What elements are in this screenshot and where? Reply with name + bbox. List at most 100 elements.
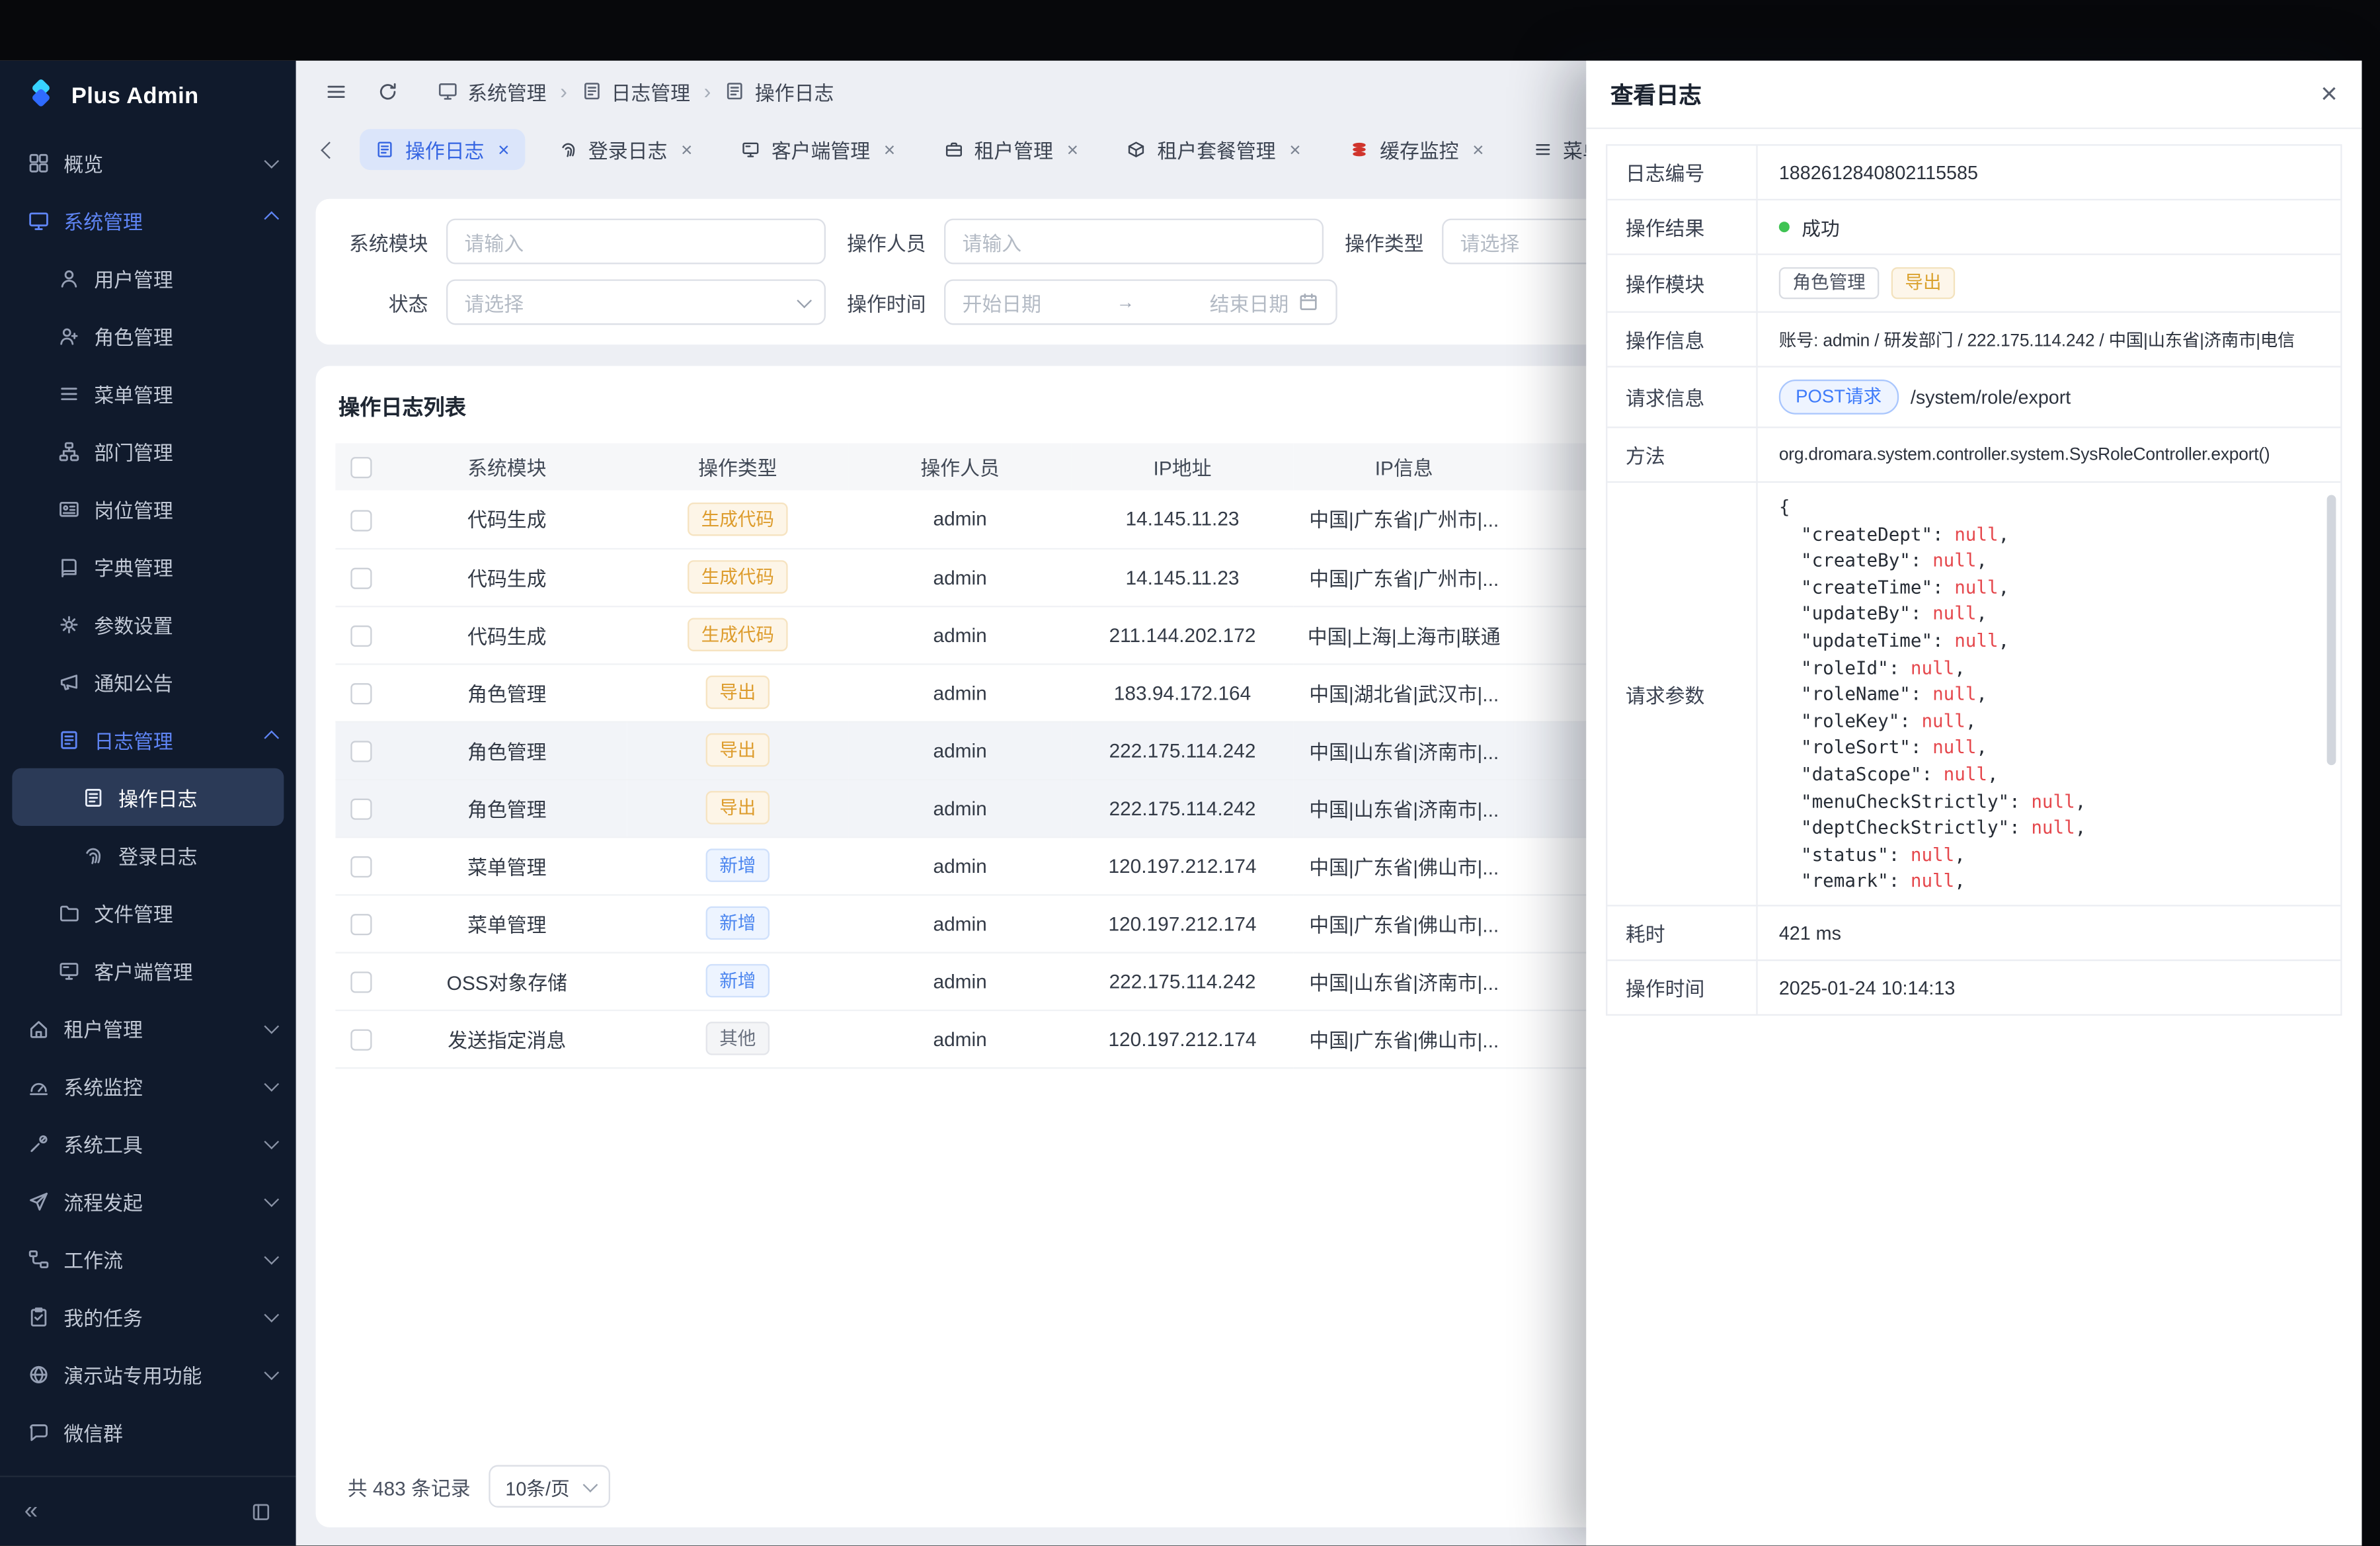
chevron-up-icon [264,210,279,225]
filter-label-system-module: 系统模块 [337,227,446,256]
breadcrumb-item[interactable]: 系统管理 [437,77,546,106]
cell-operation-type: 新增 [627,836,848,894]
row-checkbox[interactable] [350,856,372,877]
row-checkbox[interactable] [350,914,372,935]
tab-cache-monitor[interactable]: 缓存监控 × [1334,129,1499,170]
select-all-checkbox[interactable] [350,458,372,479]
tab-client-mgmt[interactable]: 客户端管理× [726,129,910,170]
tab-close-icon[interactable]: × [681,140,692,159]
tabs-scroll-left-icon[interactable] [317,138,342,162]
tab-label: 缓存监控 [1380,135,1458,164]
tab-operation-log[interactable]: 操作日志× [360,129,524,170]
globe-icon [27,1363,50,1385]
pin-sidebar-icon[interactable] [251,1501,272,1522]
tab-close-icon[interactable]: × [1067,140,1078,159]
cell-checkbox [335,491,387,548]
tab-close-icon[interactable]: × [498,140,509,159]
cell-ip: 222.175.114.242 [1072,779,1293,836]
sidebar-item-overview[interactable]: 概览 [0,134,296,191]
tab-close-icon[interactable]: × [884,140,895,159]
sidebar-item-menu-mgmt[interactable]: 菜单管理 [0,364,296,422]
sidebar-item-process-start[interactable]: 流程发起 [0,1172,296,1229]
sidebar-item-param-settings[interactable]: 参数设置 [0,595,296,653]
filter-label-operator: 操作人员 [835,227,944,256]
row-checkbox[interactable] [350,625,372,646]
row-checkbox[interactable] [350,971,372,993]
sidebar-item-label: 系统监控 [63,1071,142,1100]
tab-tenant-mgmt[interactable]: 租户管理× [929,129,1093,170]
breadcrumb-item[interactable]: 操作日志 [725,77,834,106]
sidebar-item-dict-mgmt[interactable]: 字典管理 [0,538,296,595]
send-icon [27,1190,50,1212]
cell-ip-info: 中国|山东省|济南市|... [1293,779,1515,836]
sidebar-item-log-mgmt[interactable]: 日志管理 [0,710,296,768]
page-size-select[interactable]: 10条/页 [489,1465,611,1508]
tab-close-icon[interactable]: × [1289,140,1300,159]
column-header-ip: IP地址 [1072,443,1293,490]
chevron-down-icon [264,153,279,168]
cell-system-module: 代码生成 [387,548,627,606]
refresh-icon[interactable] [368,71,407,111]
tab-label: 租户套餐管理 [1157,135,1275,164]
hamburger-menu-icon[interactable] [316,71,356,111]
system-module-input[interactable]: 请输入 [446,219,826,264]
sidebar-item-label: 登录日志 [118,840,197,870]
operation-time-range-input[interactable]: 开始日期 → 结束日期 [944,279,1337,325]
tab-tenant-package-mgmt[interactable]: 租户套餐管理 × [1112,129,1316,170]
sidebar-item-demo-features[interactable]: 演示站专用功能 [0,1345,296,1403]
row-checkbox[interactable] [350,509,372,530]
collapse-sidebar-icon[interactable]: « [24,1499,38,1524]
sidebar-item-user-mgmt[interactable]: 用户管理 [0,249,296,307]
sidebar-item-post-mgmt[interactable]: 岗位管理 [0,480,296,538]
tab-login-log[interactable]: 登录日志× [543,129,707,170]
sidebar-item-operation-log[interactable]: 操作日志 [12,768,284,826]
sidebar-item-tenant-mgmt[interactable]: 租户管理 [0,999,296,1057]
request-params-code[interactable]: { "createDept": null, "createBy": null, … [1758,483,2341,905]
chevron-down-icon [264,1364,279,1379]
operator-input[interactable]: 请输入 [944,219,1324,264]
operation-info-value: 账号: admin / 研发部门 / 222.175.114.242 / 中国|… [1758,313,2341,366]
cell-checkbox [335,663,387,721]
cell-checkbox [335,606,387,663]
cell-ip-info: 中国|广东省|广州市|... [1293,548,1515,606]
detail-row-request: 请求信息 POST请求 /system/role/export [1607,368,2340,428]
status-select[interactable]: 请选择 [446,279,826,325]
breadcrumb-item[interactable]: 日志管理 [581,77,690,106]
success-dot-icon [1779,222,1790,232]
placeholder-text: 请选择 [465,288,524,317]
row-checkbox[interactable] [350,683,372,704]
operation-type-badge: 新增 [706,848,770,882]
cell-ip: 211.144.202.172 [1072,606,1293,663]
row-checkbox[interactable] [350,741,372,762]
duration-value: 421 ms [1758,907,2341,959]
tab-close-icon[interactable]: × [1472,140,1484,159]
sidebar-item-label: 我的任务 [63,1302,142,1331]
app-title: Plus Admin [71,83,199,108]
post-method-tag: POST请求 [1779,380,1899,415]
sidebar-item-dept-mgmt[interactable]: 部门管理 [0,422,296,479]
sidebar-item-client-mgmt[interactable]: 客户端管理 [0,941,296,998]
plus-admin-logo-icon [24,79,58,112]
drawer-title: 查看日志 [1610,78,1702,110]
sidebar-item-login-log[interactable]: 登录日志 [0,826,296,883]
sidebar-item-system-mgmt[interactable]: 系统管理 [0,191,296,249]
grid-icon [27,151,50,173]
sidebar-item-notice[interactable]: 通知公告 [0,653,296,710]
close-icon[interactable]: × [2320,80,2338,109]
scrollbar-thumb[interactable] [2327,495,2336,765]
sidebar-item-role-mgmt[interactable]: 角色管理 [0,307,296,364]
row-checkbox[interactable] [350,1029,372,1050]
sidebar-item-file-mgmt[interactable]: 文件管理 [0,883,296,941]
sidebar-item-my-tasks[interactable]: 我的任务 [0,1287,296,1345]
sidebar-item-workflow[interactable]: 工作流 [0,1230,296,1287]
monitor2-icon [27,1074,50,1096]
row-checkbox[interactable] [350,798,372,819]
sidebar-item-system-tools[interactable]: 系统工具 [0,1114,296,1172]
cell-operator: admin [848,779,1072,836]
sidebar-item-label: 客户端管理 [94,956,192,985]
cell-ip: 222.175.114.242 [1072,952,1293,1010]
row-checkbox[interactable] [350,567,372,589]
cell-checkbox [335,952,387,1010]
sidebar-item-wechat-group[interactable]: 微信群 [0,1403,296,1460]
sidebar-item-system-monitor[interactable]: 系统监控 [0,1057,296,1114]
